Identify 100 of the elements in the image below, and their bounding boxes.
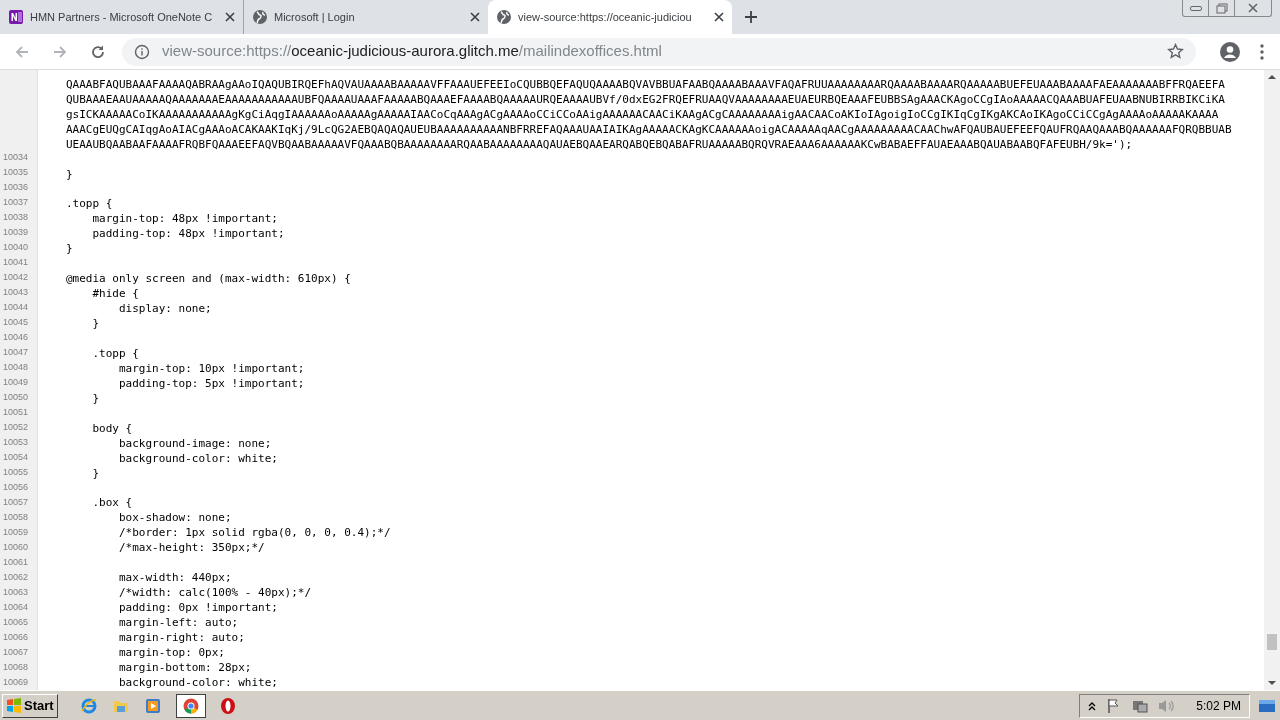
line-number: 10045 [2,315,30,329]
code-line: /*border: 1px solid rgba(0, 0, 0, 0.4);*/ [117,526,391,540]
line-number: 10041 [2,255,30,269]
code-line: /*max-height: 350px;*/ [117,541,265,555]
line-number: 10047 [2,345,30,359]
scrollbar[interactable] [1264,70,1280,690]
line-number: 10065 [2,615,30,629]
line-number: 10037 [2,195,30,209]
code-line: margin-top: 10px !important; [117,361,305,375]
line-number: 10060 [2,540,30,554]
notebook-icon [8,9,24,25]
media-player-icon[interactable] [143,696,162,715]
line-number: 10050 [2,390,30,404]
clock[interactable]: 5:02 PM [1196,696,1241,715]
windows-logo-icon [6,697,22,714]
code-line: margin-top: 48px !important; [91,212,278,226]
line-number: 10048 [2,360,30,374]
reload-icon[interactable] [90,43,106,60]
line-number: 10040 [2,240,30,254]
line-number: 10069 [2,675,30,689]
code-line: .box { [91,496,133,510]
code-line: body { [91,421,133,435]
code-line: padding-top: 48px !important; [91,227,285,241]
line-number: 10064 [2,600,30,614]
close-icon[interactable] [714,12,724,22]
line-number: 10061 [2,555,30,569]
info-icon[interactable] [134,43,150,60]
code-line: background-color: white; [117,451,278,465]
line-number: 10051 [2,405,30,419]
scroll-thumb[interactable] [1267,634,1277,650]
line-number: 10034 [2,150,30,164]
star-icon[interactable] [1167,43,1184,60]
line-number: 10063 [2,585,30,599]
tab-title: view-source:https://oceanic-judiciou [518,9,693,25]
code-line: AAACgEUQgCAIqgAoAIACgAAAoACAKAAKIqKj/9LcQG2AEBQAQAQAUEUBAAAAAAAAAANBFRREFAQAAAUAAIAIKAgAAAAACKAgKCAAAAAAoigACAAAAAqAACgAAAAAAAAACAAChwAFQAUBAUEFEEFQAUFRQAAQAAABQAAAAAAFQRQBBUAB [66,122,1233,137]
code-line: QAAABFAQUBAAAFAAAAQABRAAgAAoIQAQUBIRQEFhAQVAUAAAABAAAAAVFFAAAUEFEEIoCQUBBQEFAQUQAAAABQVAVBBUAFAABQAAAABAAAVFAQAFRUUAAAAAAAARQAAAABAAAARQAAAAABUEFEUAAABAAAAFAEAAAAAAABFFRQAEEFA [66,77,1226,92]
code-line: QUBAAAEAAUAAAAAQAAAAAAAEAAAAAAAAAAAUBFQAAAAUAAAFAAAAABQAAAEFAAAABQAAAAAURQEAAAAUBVf/0dxEG2FRQEFRUAAQVAAAAAAAAEUAEURBQEAAAFEUBBSAgAAACKAgoCCgIAoAAAAACQAAABUAFEUAABNUBIRRBIKCiKA [66,92,1226,107]
tab-title: Microsoft | Login [274,9,356,25]
line-number: 10057 [2,495,30,509]
close-icon[interactable] [470,12,480,22]
line-number: 10049 [2,375,30,389]
line-number: 10038 [2,210,30,224]
code-line: /*width: calc(100% - 40px);*/ [117,586,312,600]
globe-icon [252,9,268,25]
line-number: 10039 [2,225,30,239]
globe-icon [496,9,512,25]
new-tab-icon[interactable] [744,10,758,24]
line-number: 10067 [2,645,30,659]
code-line: padding-top: 5px !important; [117,376,305,390]
close-icon [1247,3,1259,13]
url-text: view-source:https://oceanic-judicious-aurora.glitch.me/mailindexoffices.html [162,41,663,62]
profile-icon[interactable] [1220,41,1240,62]
code-line: #hide { [91,287,139,301]
code-line: margin-bottom: 28px; [117,661,252,675]
line-number: 10053 [2,435,30,449]
line-number: 10059 [2,525,30,539]
code-line: margin-top: 0px; [117,646,225,660]
line-number: 10052 [2,420,30,434]
chrome-icon [182,697,199,714]
line-number: 10056 [2,480,30,494]
chrome-taskbar-button[interactable] [175,693,206,718]
line-number: 10068 [2,660,30,674]
code-line: } [66,167,73,181]
line-number: 10062 [2,570,30,584]
code-line: background-color: white; [117,676,278,690]
line-number: 10066 [2,630,30,644]
code-line: max-width: 440px; [117,571,232,585]
code-line: margin-left: auto; [117,616,239,630]
code-line: display: none; [117,302,212,316]
code-line: background-image: none; [117,436,272,450]
line-number: 10035 [2,165,30,179]
opera-icon[interactable] [219,696,236,715]
code-line: } [91,466,100,480]
code-line: margin-right: auto; [117,631,245,645]
menu-icon[interactable] [1260,43,1264,60]
browser-tab[interactable]: view-source:https://oceanic-judiciou [488,0,732,34]
line-number: 10044 [2,300,30,314]
line-number: 10058 [2,510,30,524]
code-line: box-shadow: none; [117,511,232,525]
code-line: } [91,391,100,405]
code-line: padding: 0px !important; [117,601,278,615]
browser-tab[interactable]: Microsoft | Login [244,0,488,34]
start-button[interactable]: Start [2,693,58,718]
code-line: } [66,242,73,256]
close-icon[interactable] [225,12,235,22]
minimize-icon [1189,5,1202,11]
line-number: 10055 [2,465,30,479]
chevron-up-icon[interactable] [1088,700,1097,711]
code-line: .topp { [91,346,139,360]
address-bar[interactable]: view-source:https://oceanic-judicious-aurora.glitch.me/mailindexoffices.html [122,37,1196,66]
line-number: 10043 [2,285,30,299]
code-line: @media only screen and (max-width: 610px) { [66,272,351,286]
code-line: .topp { [66,197,113,211]
code-line: gsICKAAAAACoIKAAAAAAAAAAAgKgCiAqgIAAAAAAoAAAAAgAAAAAIAACoCqAAAgACgAAAAoCCiCCoAAigAAAAAACAACiKAAgACgCAAAAAAAAigAACAACoAKIoIAgoigIoCCgIKIqCgIKgAKCAoIKAgoCCiCCgAgAAAAoAAAAAKAAAA [66,107,1220,122]
line-number: 10036 [2,180,30,194]
code-line: UEAAUBQAABAAFAAAAFRQBFQAAAEEFAQVBQAABAAAAAVFQAAABQBAAAAAAAARQAABAAAAAAAAQAUAEBQAAEARQABQEBQABAFRUAAAAABQRQVRAEAAA6AAAAAAKCwBABAEFFAUAEAAABQAUABAABQFAFEUBH/9k='); [66,137,1134,152]
line-number: 10046 [2,330,30,344]
code-line: } [91,317,100,331]
line-number: 10054 [2,450,30,464]
line-number: 10042 [2,270,30,284]
